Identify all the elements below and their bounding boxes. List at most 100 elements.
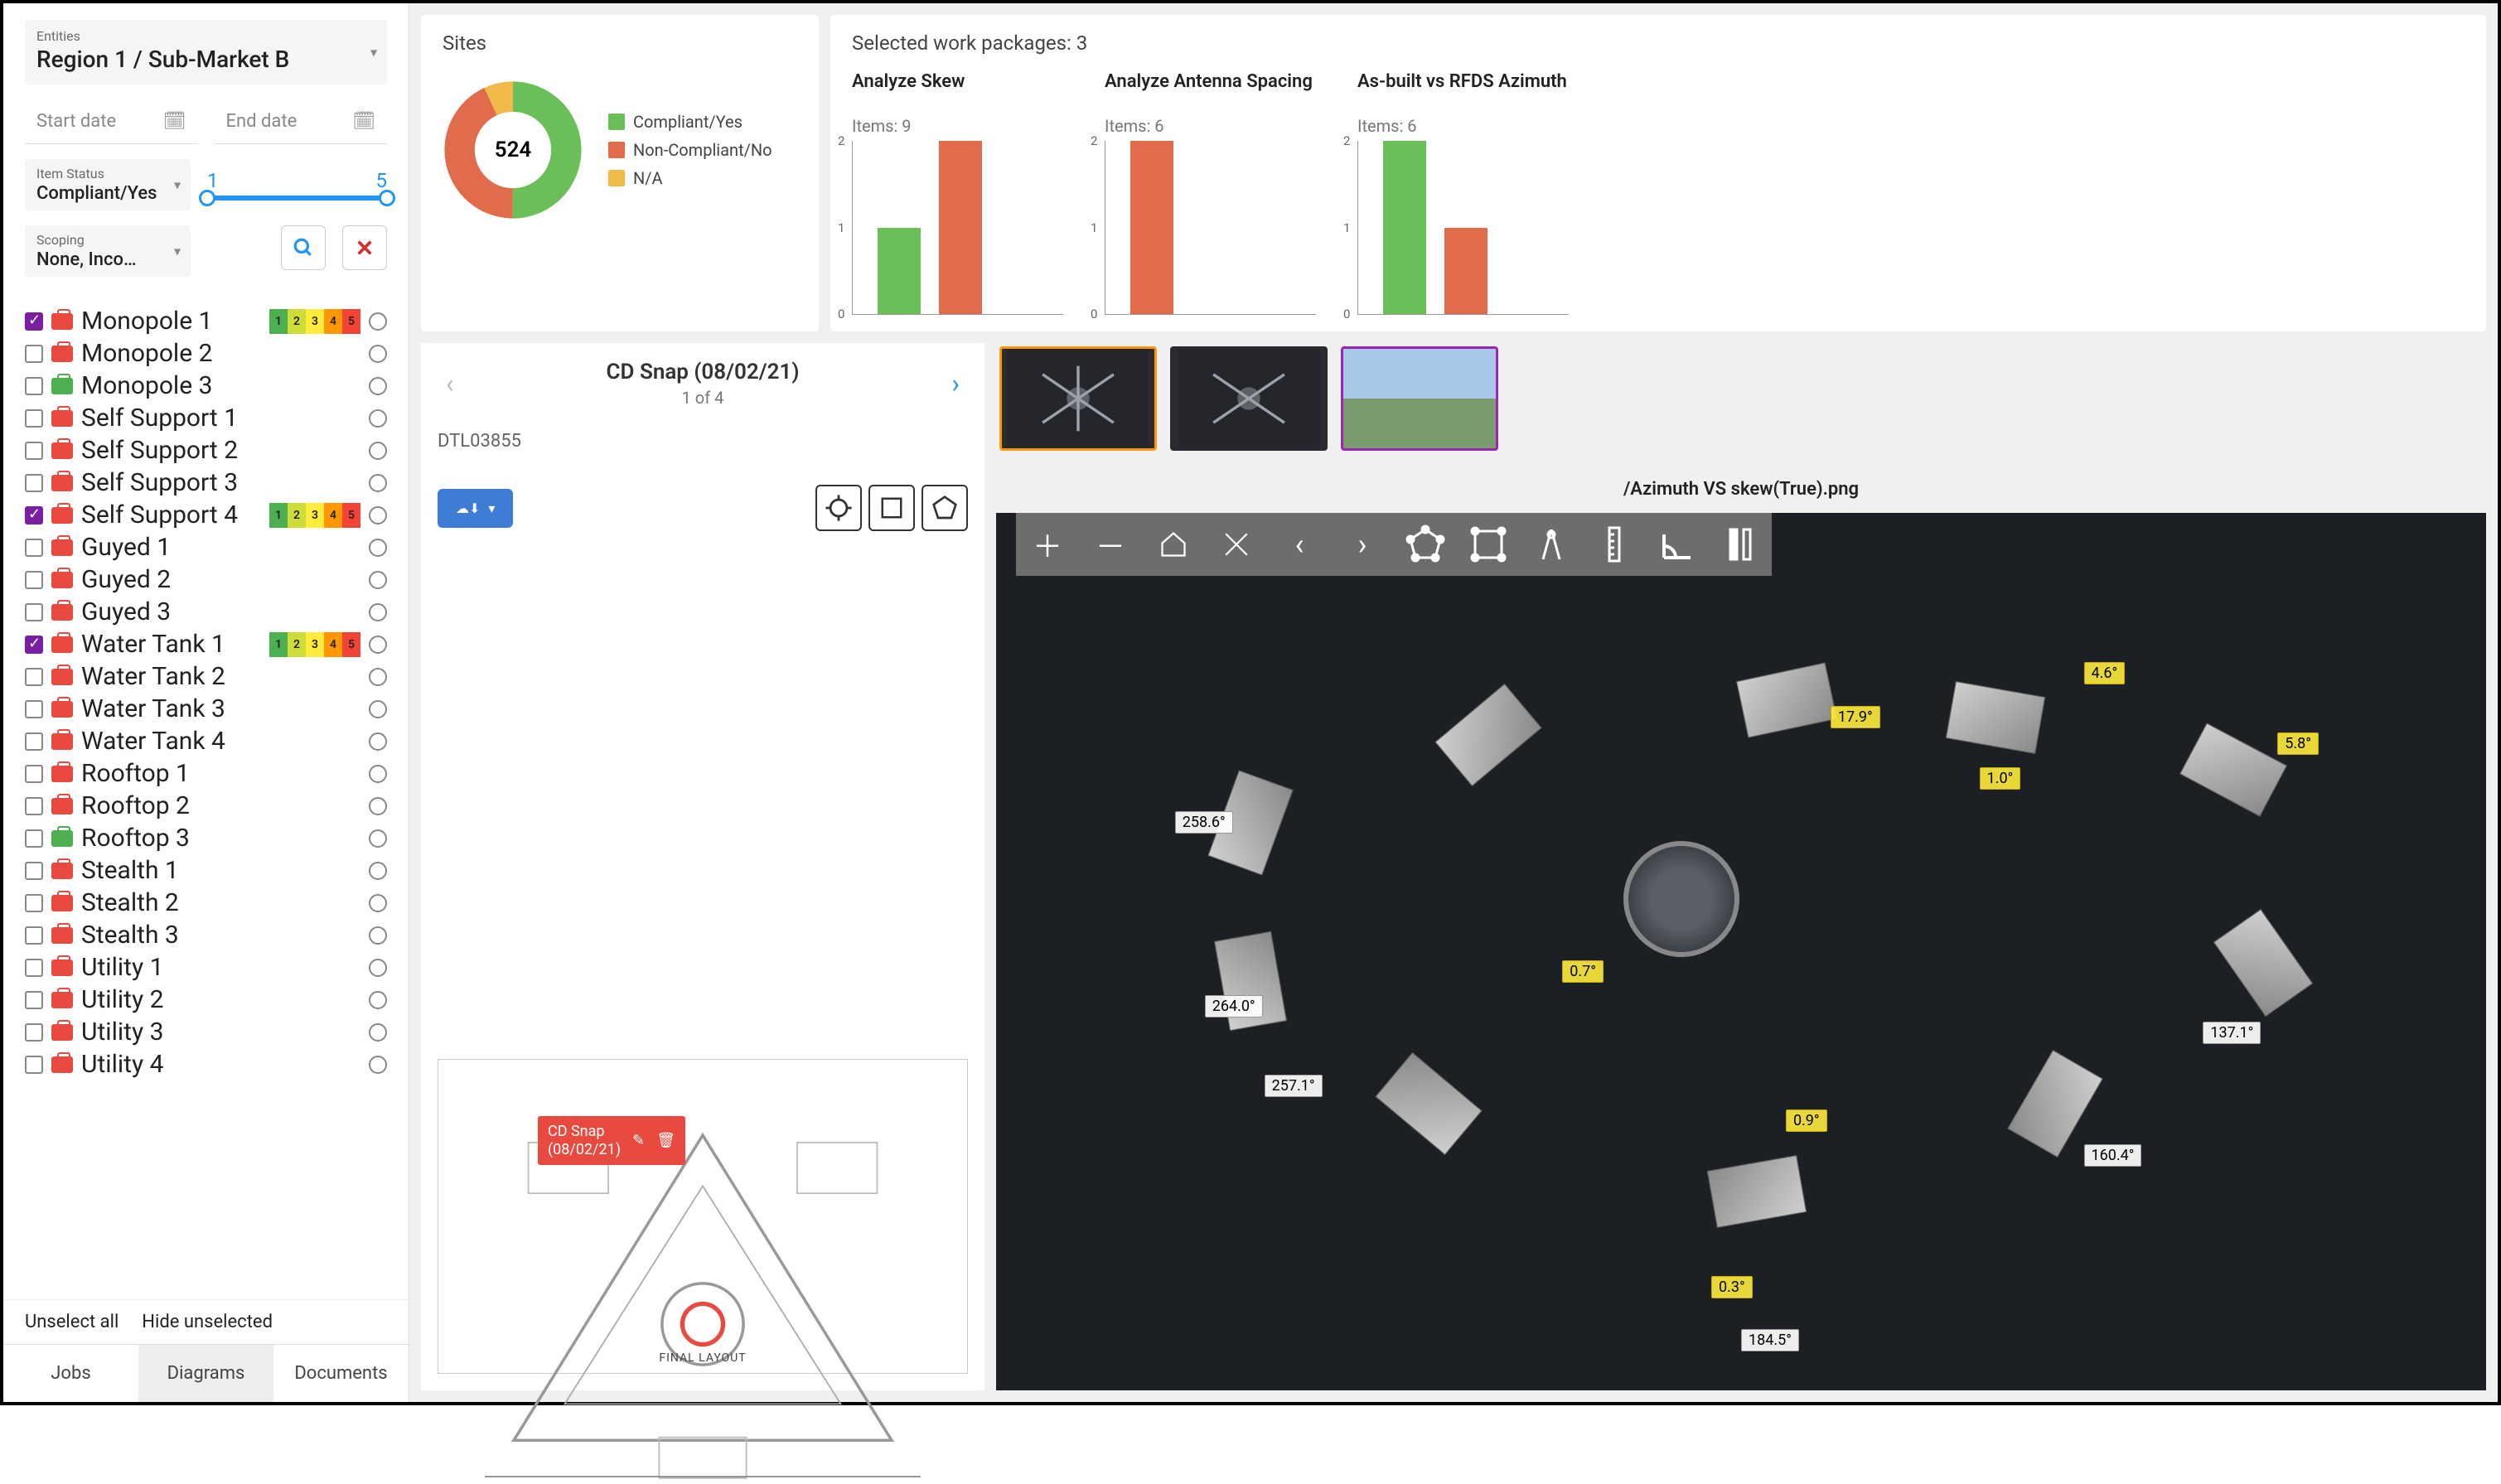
site-checkbox[interactable] [25, 571, 43, 589]
site-row[interactable]: Utility 4 [25, 1048, 387, 1080]
pager-next[interactable]: › [943, 365, 968, 403]
edit-icon[interactable]: ✎ [632, 1132, 645, 1149]
compass-tool[interactable] [1531, 524, 1571, 564]
next-tool[interactable]: › [1342, 524, 1382, 564]
site-row[interactable]: Stealth 3 [25, 919, 387, 951]
thumbnail-3[interactable] [1341, 346, 1498, 451]
site-row[interactable]: Stealth 2 [25, 887, 387, 919]
measurement-annotation[interactable]: 160.4° [2084, 1144, 2142, 1167]
thumbnail-2[interactable] [1170, 346, 1328, 451]
measurement-annotation[interactable]: 0.9° [1786, 1109, 1827, 1132]
site-checkbox[interactable] [25, 442, 43, 460]
rating-slider[interactable]: 1 5 [207, 169, 387, 201]
3d-viewer[interactable]: ＋ － ‹ › [996, 513, 2486, 1390]
site-checkbox[interactable] [25, 797, 43, 815]
site-checkbox[interactable] [25, 862, 43, 880]
site-checkbox[interactable] [25, 377, 43, 395]
status-radio[interactable] [369, 571, 387, 589]
slider-handle-min[interactable] [199, 190, 215, 206]
diagram-preview[interactable]: CD Snap (08/02/21) ✎ 🗑 FINAL LAYOUT [438, 1059, 968, 1374]
site-checkbox[interactable] [25, 1023, 43, 1042]
prev-tool[interactable]: ‹ [1280, 524, 1319, 564]
home-tool[interactable] [1154, 524, 1193, 564]
status-radio[interactable] [369, 409, 387, 428]
clear-button[interactable] [342, 225, 387, 270]
site-checkbox[interactable] [25, 926, 43, 945]
status-radio[interactable] [369, 474, 387, 492]
delete-icon[interactable]: 🗑 [656, 1132, 675, 1149]
status-radio[interactable] [369, 991, 387, 1009]
site-row[interactable]: Rooftop 1 [25, 757, 387, 790]
measurement-annotation[interactable]: 0.7° [1562, 960, 1604, 983]
status-radio[interactable] [369, 862, 387, 880]
status-radio[interactable] [369, 894, 387, 912]
measurement-annotation[interactable]: 137.1° [2203, 1022, 2261, 1044]
diagram-annotation-tag[interactable]: CD Snap (08/02/21) ✎ 🗑 [538, 1116, 685, 1165]
entities-select[interactable]: Entities Region 1 / Sub-Market B ▾ [25, 20, 387, 85]
slider-handle-max[interactable] [379, 190, 395, 206]
item-status-select[interactable]: Item Status Compliant/Yes ▾ [25, 159, 191, 210]
site-row[interactable]: Guyed 2 [25, 563, 387, 596]
site-checkbox[interactable] [25, 894, 43, 912]
site-row[interactable]: Stealth 1 [25, 854, 387, 887]
site-checkbox[interactable] [25, 474, 43, 492]
measurement-annotation[interactable]: 257.1° [1265, 1075, 1323, 1097]
end-date-input[interactable]: End date 🗓 [215, 99, 388, 144]
angle-tool[interactable] [1657, 524, 1697, 564]
site-row[interactable]: Self Support 2 [25, 434, 387, 466]
tab-diagrams[interactable]: Diagrams [138, 1345, 273, 1402]
tab-documents[interactable]: Documents [273, 1345, 409, 1402]
measurement-annotation[interactable]: 5.8° [2277, 732, 2319, 755]
status-radio[interactable] [369, 442, 387, 460]
site-checkbox[interactable] [25, 636, 43, 654]
site-row[interactable]: Utility 1 [25, 951, 387, 984]
site-checkbox[interactable] [25, 959, 43, 977]
site-row[interactable]: Monopole 2 [25, 337, 387, 370]
hide-unselected-link[interactable]: Hide unselected [142, 1312, 273, 1332]
pager-prev[interactable]: ‹ [438, 365, 462, 403]
site-checkbox[interactable] [25, 829, 43, 848]
site-row[interactable]: Monopole 3 [25, 370, 387, 402]
download-button[interactable]: ☁⬇ ▾ [438, 489, 513, 528]
status-radio[interactable] [369, 377, 387, 395]
site-checkbox[interactable] [25, 409, 43, 428]
status-radio[interactable] [369, 539, 387, 557]
site-checkbox[interactable] [25, 345, 43, 363]
site-row[interactable]: Water Tank 4 [25, 725, 387, 757]
measurement-annotation[interactable]: 17.9° [1831, 706, 1880, 728]
start-date-input[interactable]: Start date 🗓 [25, 99, 198, 144]
site-row[interactable]: Water Tank 3 [25, 693, 387, 725]
scoping-select[interactable]: Scoping None, Inco… ▾ [25, 225, 191, 277]
site-row[interactable]: Utility 2 [25, 984, 387, 1016]
site-row[interactable]: Water Tank 1 12345 [25, 628, 387, 660]
status-radio[interactable] [369, 732, 387, 751]
status-radio[interactable] [369, 636, 387, 654]
rectangle-tool[interactable] [868, 485, 915, 531]
ruler-tool[interactable] [1594, 524, 1634, 564]
site-checkbox[interactable] [25, 539, 43, 557]
site-row[interactable]: Guyed 3 [25, 596, 387, 628]
site-row[interactable]: Monopole 1 12345 [25, 305, 387, 337]
site-checkbox[interactable] [25, 991, 43, 1009]
site-checkbox[interactable] [25, 603, 43, 621]
measurement-annotation[interactable]: 184.5° [1741, 1329, 1799, 1351]
status-radio[interactable] [369, 312, 387, 331]
tab-jobs[interactable]: Jobs [3, 1345, 138, 1402]
measurement-annotation[interactable]: 258.6° [1175, 811, 1233, 834]
site-row[interactable]: Water Tank 2 [25, 660, 387, 693]
site-checkbox[interactable] [25, 1056, 43, 1074]
measurement-annotation[interactable]: 1.0° [1980, 767, 2021, 790]
site-checkbox[interactable] [25, 700, 43, 718]
rect-viewer-tool[interactable] [1468, 524, 1508, 564]
scale-tool[interactable] [1720, 524, 1760, 564]
site-row[interactable]: Rooftop 2 [25, 790, 387, 822]
status-radio[interactable] [369, 700, 387, 718]
thumbnail-1[interactable] [999, 346, 1157, 451]
status-radio[interactable] [369, 1023, 387, 1042]
status-radio[interactable] [369, 765, 387, 783]
site-row[interactable]: Self Support 1 [25, 402, 387, 434]
site-row[interactable]: Self Support 3 [25, 466, 387, 499]
status-radio[interactable] [369, 506, 387, 524]
site-row[interactable]: Utility 3 [25, 1016, 387, 1048]
search-button[interactable] [281, 225, 326, 270]
